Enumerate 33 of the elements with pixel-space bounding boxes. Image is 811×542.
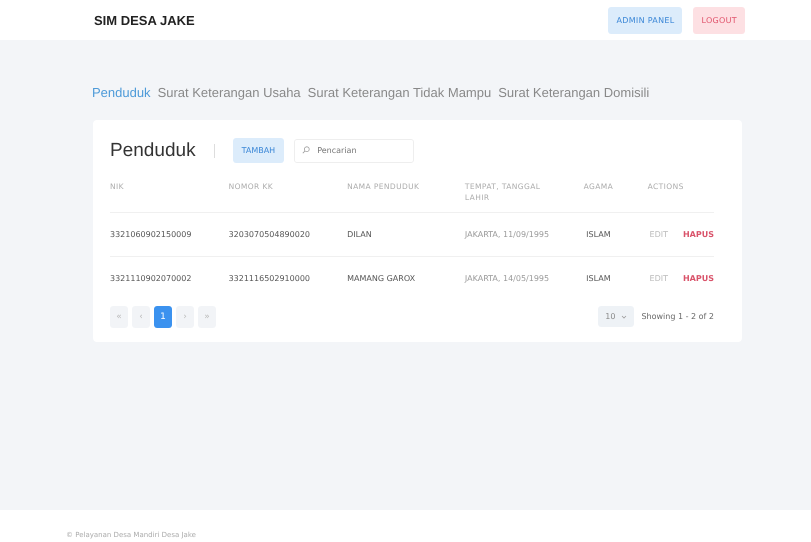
table-cell: ISLAM: [586, 230, 611, 238]
edit-link[interactable]: EDIT: [650, 230, 668, 238]
table-cell: JAKARTA, 11/09/1995: [464, 230, 550, 238]
app-brand: SIM DESA JAKE: [94, 12, 195, 28]
search-field[interactable]: Pencarian: [294, 138, 414, 163]
page-button[interactable]: «: [110, 306, 128, 328]
delete-link[interactable]: HAPUS: [682, 230, 714, 238]
edit-link[interactable]: EDIT: [650, 274, 668, 282]
card-title: Penduduk: [110, 140, 196, 162]
add-button[interactable]: TAMBAH: [232, 138, 284, 163]
admin-panel-button[interactable]: ADMIN PANEL: [608, 6, 682, 34]
nav-tab[interactable]: Penduduk: [92, 85, 151, 100]
nav-tab[interactable]: Surat Keterangan Tidak Mampu: [308, 85, 492, 100]
nav-tab[interactable]: Surat Keterangan Domisili: [498, 85, 650, 100]
search-icon: [302, 146, 310, 154]
table-cell: MAMANG GAROX: [347, 274, 416, 282]
results-summary: Showing 1 - 2 of 2: [641, 312, 714, 321]
page-button[interactable]: 1: [154, 306, 172, 328]
per-page-select[interactable]: 10: [598, 306, 634, 327]
page-button[interactable]: »: [198, 306, 216, 328]
logout-button[interactable]: LOGOUT: [693, 6, 745, 34]
table-cell: 3203070504890020: [228, 230, 310, 238]
delete-link[interactable]: HAPUS: [682, 274, 714, 282]
table-cell: 3321110902070002: [110, 274, 192, 282]
page-button[interactable]: ›: [176, 306, 194, 328]
table-cell: JAKARTA, 14/05/1995: [464, 274, 550, 282]
table-cell: DILAN: [347, 230, 372, 238]
nav-tab[interactable]: Surat Keterangan Usaha: [158, 85, 301, 100]
table-cell: 3321060902150009: [110, 230, 192, 238]
table-cell: 3321116502910000: [228, 274, 310, 282]
table-cell: ISLAM: [586, 274, 611, 282]
page-button[interactable]: ‹: [132, 306, 150, 328]
chevron-down-icon: [621, 314, 628, 320]
